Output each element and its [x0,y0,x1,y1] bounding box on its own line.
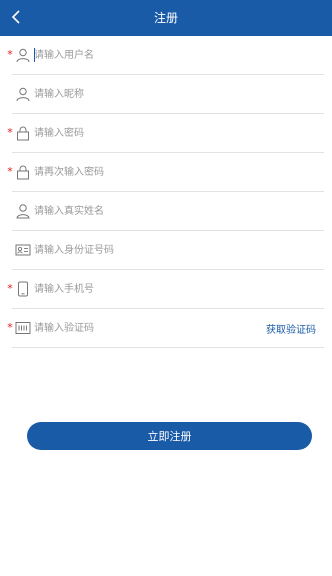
user-icon [16,48,30,63]
confirm-password-row: * [7,153,324,192]
required-mark: * [7,48,13,61]
app-header: 注册 [0,0,332,36]
username-row: * [7,36,324,75]
id-number-input[interactable] [34,237,254,263]
phone-icon [18,281,28,297]
required-mark: * [7,165,13,178]
required-mark: * [7,321,13,334]
username-input[interactable] [34,42,254,68]
nickname-input[interactable] [34,81,254,107]
password-row: * [7,114,324,153]
real-name-input[interactable] [34,198,254,224]
lock-icon [17,165,29,180]
code-input[interactable] [34,315,254,341]
required-mark: * [7,282,13,295]
register-form: * * * [0,36,332,348]
real-name-row [12,192,324,231]
code-icon [15,322,31,334]
confirm-password-input[interactable] [34,159,254,185]
code-row: * 获取验证码 [7,309,324,348]
id-number-row [12,231,324,270]
user-icon [16,87,30,102]
phone-input[interactable] [34,276,254,302]
nickname-row [12,75,324,114]
text-cursor [34,48,35,62]
phone-row: * [7,270,324,309]
get-code-button[interactable]: 获取验证码 [266,321,316,336]
id-card-icon [15,244,31,256]
required-mark: * [7,126,13,139]
page-title: 注册 [153,11,178,25]
person-icon [16,204,30,219]
register-button[interactable]: 立即注册 [27,422,312,450]
password-input[interactable] [34,120,254,146]
lock-icon [17,126,29,141]
